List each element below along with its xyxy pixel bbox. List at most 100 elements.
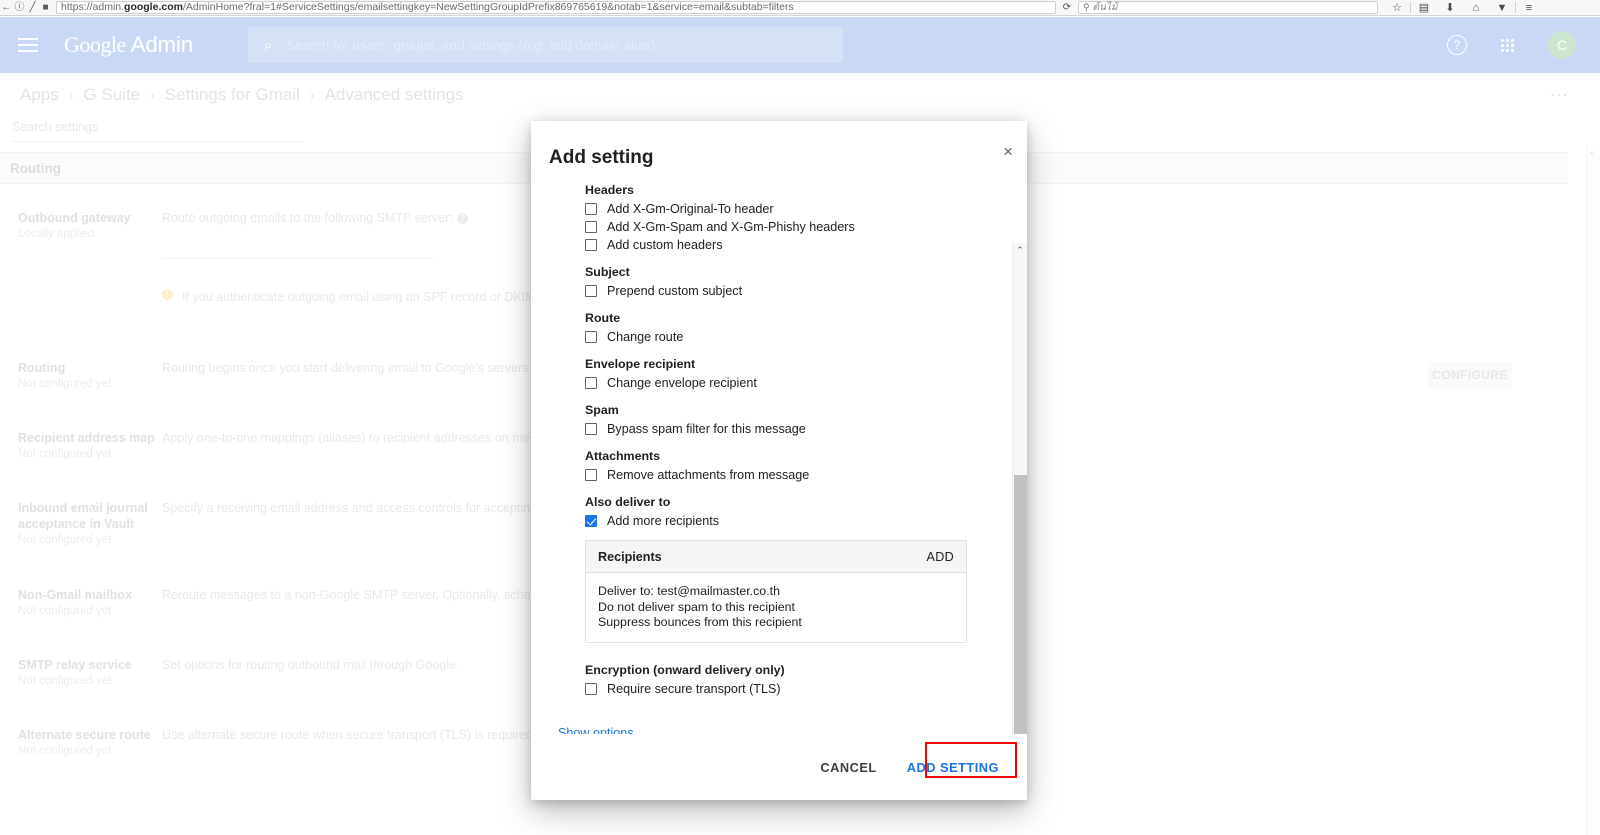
page-scrollbar[interactable] — [1586, 146, 1600, 835]
option-change-route[interactable]: Change route — [585, 328, 1027, 346]
breadcrumb-item-gsuite[interactable]: G Suite — [73, 85, 150, 105]
address-bar[interactable]: https://admin.google.com/AdminHome?fral=… — [56, 1, 1056, 14]
avatar[interactable]: C — [1548, 31, 1576, 59]
row-description-text: Route outgoing emails to the following S… — [162, 211, 453, 225]
settings-search-input[interactable]: Search settings — [12, 120, 302, 142]
row-status: Not configured yet — [18, 534, 112, 546]
group-title: Headers — [585, 183, 634, 197]
bookmark-icon[interactable]: ☆ — [1384, 0, 1410, 16]
checkbox[interactable] — [585, 331, 597, 343]
recipients-table-header: Recipients ADD — [586, 541, 966, 573]
group-envelope-recipient: Envelope recipient Change envelope recip… — [585, 357, 1027, 392]
cancel-button[interactable]: CANCEL — [808, 750, 888, 785]
checkbox[interactable] — [585, 203, 597, 215]
row-label: Inbound email journal acceptance in Vaul… — [0, 500, 150, 548]
option-add-more-recipients[interactable]: Add more recipients — [585, 512, 1027, 530]
warning-icon: ! — [162, 289, 173, 300]
add-setting-dialog: Add setting × Headers Add X-Gm-Original-… — [531, 121, 1027, 800]
option-add-xgm-original-to[interactable]: Add X-Gm-Original-To header — [585, 200, 1027, 218]
group-encryption: Encryption (onward delivery only) Requir… — [585, 663, 1027, 698]
row-label: Routing Not configured yet — [0, 360, 162, 392]
option-label: Add custom headers — [607, 238, 723, 252]
scroll-up-icon[interactable]: ⌃ — [1013, 243, 1027, 257]
overflow-menu-icon[interactable]: ⋮ — [1548, 86, 1590, 105]
show-options-link[interactable]: Show options — [558, 726, 1027, 735]
help-icon[interactable]: ? — [456, 213, 468, 224]
checkbox[interactable] — [585, 423, 597, 435]
recipient-bounce-rule: Suppress bounces from this recipient — [598, 615, 802, 629]
browser-action-icons: ☆ ▤ ⬇ ⌂ ▼ ≡ — [1384, 0, 1542, 16]
option-label: Bypass spam filter for this message — [607, 422, 806, 436]
brand-logo[interactable]: Google Admin — [64, 32, 193, 58]
breadcrumb-item-apps[interactable]: Apps — [10, 85, 69, 105]
hamburger-menu-icon[interactable] — [18, 30, 48, 60]
row-name: Alternate secure route — [18, 728, 151, 742]
dialog-title: Add setting — [549, 147, 654, 168]
recipients-table-row[interactable]: Deliver to: test@mailmaster.co.th Do not… — [586, 573, 966, 642]
row-label: Alternate secure route Not configured ye… — [0, 727, 162, 759]
row-name: Non-Gmail mailbox — [18, 588, 132, 602]
close-icon[interactable]: × — [1003, 143, 1013, 160]
scrollbar-track[interactable] — [1013, 257, 1027, 734]
group-title: Route — [585, 311, 621, 325]
reload-icon[interactable]: ⟳ — [1056, 2, 1078, 13]
checkbox[interactable] — [585, 377, 597, 389]
scroll-up-icon[interactable]: ⌃ — [1587, 150, 1596, 163]
global-search-placeholder: Search for users, groups, and settings (… — [286, 37, 656, 53]
section-title: Routing — [10, 160, 61, 176]
option-bypass-spam-filter[interactable]: Bypass spam filter for this message — [585, 420, 1027, 438]
option-label: Prepend custom subject — [607, 284, 743, 298]
option-prepend-custom-subject[interactable]: Prepend custom subject — [585, 282, 1027, 300]
recipient-deliver-to: Deliver to: test@mailmaster.co.th — [598, 584, 780, 598]
browser-search-input[interactable]: ⚲ ต้นไม้ — [1078, 1, 1378, 14]
option-change-envelope-recipient[interactable]: Change envelope recipient — [585, 374, 1027, 392]
checkbox[interactable] — [585, 221, 597, 233]
search-icon: ⚲ — [1083, 2, 1090, 12]
scrollbar-thumb[interactable] — [1014, 475, 1027, 734]
row-name: Recipient address map — [18, 431, 155, 445]
group-title: Subject — [585, 265, 630, 279]
home-icon[interactable]: ⌂ — [1463, 0, 1489, 16]
row-name: SMTP relay service — [18, 658, 132, 672]
checkbox[interactable] — [585, 239, 597, 251]
option-remove-attachments[interactable]: Remove attachments from message — [585, 466, 1027, 484]
group-route: Route Change route — [585, 311, 1027, 346]
apps-grid-icon[interactable] — [1501, 38, 1514, 52]
download-icon[interactable]: ⬇ — [1437, 0, 1463, 16]
configure-button[interactable]: CONFIGURE — [1428, 362, 1512, 388]
option-add-xgm-spam-phishy[interactable]: Add X-Gm-Spam and X-Gm-Phishy headers — [585, 218, 1027, 236]
breadcrumb-item-settings-for-gmail[interactable]: Settings for Gmail — [155, 85, 310, 105]
add-setting-button[interactable]: ADD SETTING — [895, 750, 1011, 785]
smtp-server-input[interactable] — [162, 258, 434, 259]
library-icon[interactable]: ▤ — [1411, 0, 1437, 16]
row-warning-text: If you authenticate outgoing email using… — [182, 290, 590, 304]
pencil-icon: ╱ — [29, 1, 36, 13]
option-label: Add more recipients — [607, 514, 719, 528]
pocket-icon[interactable]: ▼ — [1489, 0, 1515, 16]
app-header: Google Admin ⌕ Search for users, groups, … — [0, 17, 1600, 73]
global-search-input[interactable]: ⌕ Search for users, groups, and settings… — [248, 27, 844, 63]
option-label: Change route — [607, 330, 684, 344]
browser-menu-icon[interactable]: ≡ — [1516, 0, 1542, 16]
row-status: Not configured yet — [18, 378, 112, 390]
page-info-icon[interactable]: ⓘ — [13, 0, 26, 16]
checkbox[interactable] — [585, 682, 597, 695]
row-name: Routing — [18, 361, 66, 375]
breadcrumb-item-advanced-settings[interactable]: Advanced settings — [315, 85, 474, 105]
back-icon[interactable]: ← — [0, 0, 13, 16]
option-add-custom-headers[interactable]: Add custom headers — [585, 236, 1027, 254]
checkbox[interactable] — [585, 515, 597, 527]
browser-toolbar: ← ⓘ ╱ ■ https://admin.google.com/AdminHo… — [0, 0, 1600, 16]
dialog-scrollbar[interactable]: ⌃ ⌄ — [1012, 243, 1027, 734]
help-icon[interactable]: ? — [1447, 35, 1467, 55]
group-headers: Headers Add X-Gm-Original-To header Add … — [585, 183, 1027, 254]
option-require-secure-transport[interactable]: Require secure transport (TLS) — [585, 680, 1027, 698]
option-label: Change envelope recipient — [607, 376, 757, 390]
row-status: Not configured yet — [18, 605, 112, 617]
row-name: Inbound email journal acceptance in Vaul… — [18, 501, 148, 531]
checkbox[interactable] — [585, 469, 597, 481]
row-status: Locally applied — [18, 228, 95, 240]
add-recipient-button[interactable]: ADD — [927, 550, 955, 564]
checkbox[interactable] — [585, 285, 597, 297]
option-label: Require secure transport (TLS) — [607, 681, 781, 696]
